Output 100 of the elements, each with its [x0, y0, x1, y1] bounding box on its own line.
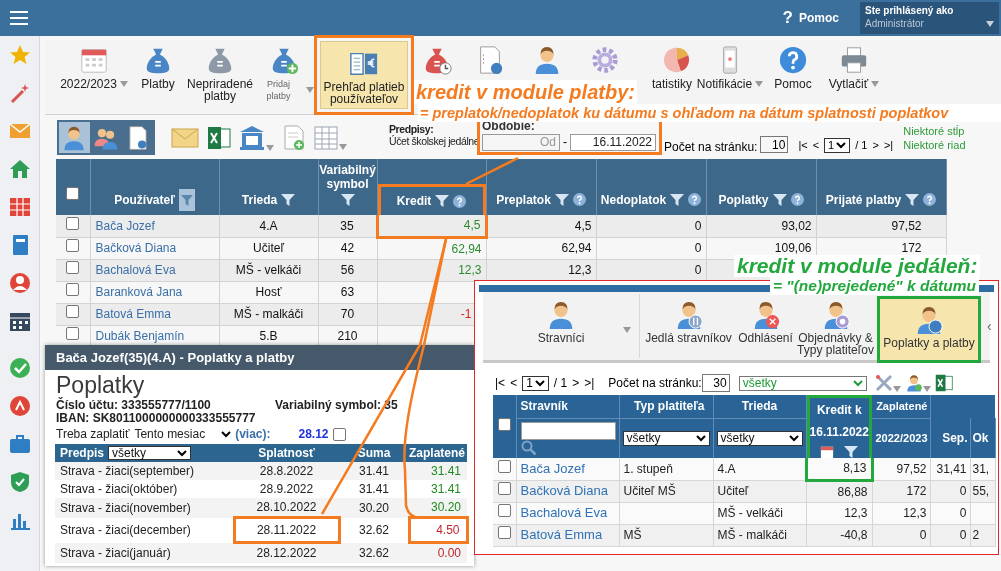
- checkbox[interactable]: [497, 526, 511, 539]
- toolbar-button[interactable]: Vytlačiť: [820, 42, 888, 103]
- more-link[interactable]: (viac):: [235, 427, 271, 441]
- user-link[interactable]: Dubák Benjamín: [95, 329, 185, 343]
- account-number: Číslo účtu: 333555777/1100: [56, 399, 212, 412]
- checkbox[interactable]: [66, 305, 80, 318]
- caret-icon: [266, 144, 274, 151]
- user-link[interactable]: Bača Jozef: [95, 218, 155, 233]
- table-cell: Učiteľ: [713, 480, 806, 502]
- view-button[interactable]: [59, 122, 90, 153]
- user-link[interactable]: Bačková Diana: [95, 241, 177, 255]
- table-cell: Hosť: [219, 281, 318, 303]
- user-dropdown[interactable]: Administrátor: [865, 17, 994, 31]
- toolbar-button[interactable]: Stravníci: [483, 294, 640, 358]
- caret-icon: [922, 386, 931, 392]
- date-field[interactable]: 16.11.2022: [570, 133, 656, 151]
- toolbar-button[interactable]: Pridaj platby: [254, 42, 314, 103]
- table-cell: 32.62: [339, 542, 409, 563]
- user-link[interactable]: Batová Emma: [520, 527, 603, 543]
- user-link[interactable]: Baranková Jana: [95, 285, 183, 299]
- last-page-link[interactable]: >|: [584, 374, 595, 392]
- page-dropdown[interactable]: 1: [824, 137, 851, 153]
- user-link[interactable]: Bačková Diana: [520, 483, 608, 499]
- calendar-icon[interactable]: [8, 310, 31, 332]
- document-add-icon[interactable]: [282, 124, 306, 151]
- menu-icon[interactable]: [10, 11, 28, 25]
- bank-icon[interactable]: [239, 124, 265, 151]
- checkbox[interactable]: [66, 283, 80, 296]
- checkbox[interactable]: [66, 239, 80, 252]
- shield-icon[interactable]: [8, 471, 31, 493]
- toolbar-button[interactable]: Notifikácie: [694, 42, 766, 103]
- calendar-icon[interactable]: [820, 445, 835, 459]
- filter-dropdown[interactable]: všetky: [108, 446, 191, 460]
- checkbox[interactable]: [497, 417, 511, 431]
- per-page-field[interactable]: 10: [760, 136, 789, 153]
- table-cell: 4.A: [219, 215, 318, 237]
- filter-icon: [554, 192, 569, 207]
- search-field[interactable]: [520, 421, 616, 440]
- user-link[interactable]: Batová Emma: [95, 307, 171, 321]
- person-check-icon[interactable]: [904, 374, 923, 392]
- checkbox[interactable]: [332, 427, 346, 441]
- filter-dropdown[interactable]: všetky: [716, 430, 803, 446]
- checkbox[interactable]: [66, 327, 80, 340]
- annotation-text: = "(ne)prejedené" k dátumu: [770, 277, 979, 295]
- field-label: Predpisy:: [389, 123, 435, 135]
- toolbar-button[interactable]: Jedlá stravníkov: [640, 294, 737, 358]
- period-dropdown[interactable]: Tento mesiac: [134, 427, 232, 441]
- caret-icon: [755, 81, 764, 87]
- table-cell: Strava - žiaci(október): [55, 480, 234, 498]
- tools-icon[interactable]: [874, 374, 893, 392]
- magic-wand-icon[interactable]: [8, 82, 31, 104]
- column-header: Stravník: [516, 395, 619, 418]
- checkbox[interactable]: [497, 482, 511, 495]
- checkbox[interactable]: [66, 261, 80, 274]
- page-dropdown[interactable]: 1: [522, 375, 549, 391]
- checkbox[interactable]: [66, 216, 80, 230]
- user-link[interactable]: Bača Jozef: [520, 461, 585, 476]
- spreadsheet-icon[interactable]: [934, 374, 953, 392]
- checkbox[interactable]: [497, 459, 511, 473]
- toolbar-button[interactable]: Nepriradené platby: [186, 42, 254, 103]
- toolbar-button[interactable]: Prehľad platieb používateľov: [320, 41, 408, 109]
- column-header: Prijaté platby: [825, 192, 902, 207]
- user-link[interactable]: Bachalová Eva: [95, 263, 176, 277]
- spreadsheet-icon[interactable]: [207, 125, 231, 150]
- last-page-link[interactable]: >|: [883, 137, 894, 154]
- chevron-icon: [695, 434, 706, 442]
- help-button[interactable]: ? Pomoc: [782, 5, 839, 31]
- printer-icon: [839, 45, 869, 75]
- column-header: Zaplatené: [872, 395, 930, 418]
- date-field[interactable]: Od: [482, 133, 560, 151]
- toolbar-button[interactable]: tatistiky: [636, 42, 694, 103]
- per-page-field[interactable]: 30: [701, 374, 730, 392]
- next-page-link[interactable]: >: [872, 137, 879, 154]
- filter-dropdown[interactable]: všetky: [622, 430, 710, 446]
- table-cell: 0: [872, 524, 930, 546]
- first-page-link[interactable]: |<: [495, 374, 506, 392]
- toolbar-button[interactable]: Odhlásení: [737, 294, 794, 358]
- next-page-link[interactable]: >: [572, 374, 580, 392]
- scroll-left-arrow[interactable]: ‹: [987, 316, 992, 337]
- filter-dropdown[interactable]: všetky: [738, 375, 867, 391]
- table-cell: 55,: [970, 480, 995, 502]
- toolbar-button[interactable]: 2022/2023: [58, 42, 130, 103]
- caret-icon: [306, 87, 314, 93]
- check-icon[interactable]: [8, 357, 31, 379]
- user-link[interactable]: Bachalová Eva: [520, 505, 608, 521]
- toolbar-button[interactable]: Platby: [130, 42, 186, 103]
- home-icon[interactable]: [8, 158, 31, 180]
- toolbar-button[interactable]: Pomoc: [766, 42, 820, 103]
- separator-text: -: [563, 134, 567, 151]
- briefcase-icon[interactable]: [8, 433, 31, 455]
- checkbox[interactable]: [497, 504, 511, 517]
- star-icon[interactable]: [8, 44, 31, 66]
- checkbox[interactable]: [66, 187, 80, 200]
- toolbar-button[interactable]: Poplatky a platby: [880, 299, 978, 360]
- first-page-link[interactable]: |<: [798, 137, 808, 154]
- amount-text: 28.12: [298, 427, 329, 441]
- previous-page-link[interactable]: <: [510, 374, 518, 392]
- previous-page-link[interactable]: <: [812, 137, 820, 154]
- search-icon[interactable]: [520, 439, 537, 456]
- person-icon[interactable]: [8, 272, 31, 294]
